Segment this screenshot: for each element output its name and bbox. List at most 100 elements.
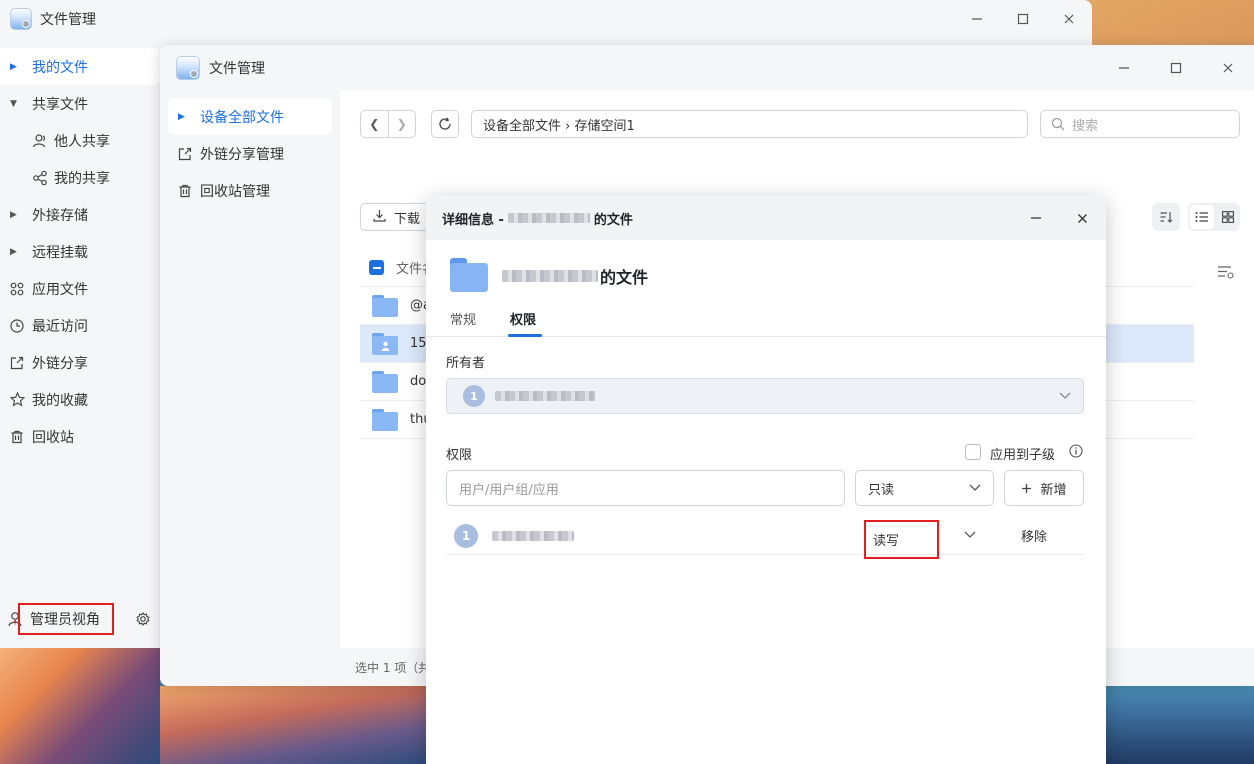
details-dialog: 详细信息 - 的文件 的文件 常规 权限 所有者 1 权限 应用到子级 用户/用… bbox=[426, 196, 1106, 764]
select-all-checkbox[interactable] bbox=[369, 260, 384, 275]
sidebar-item-label: 共享文件 bbox=[32, 96, 88, 113]
entry-permission-value: 读写 bbox=[873, 534, 900, 549]
sidebar-item-shared-by-others[interactable]: 他人共享 bbox=[0, 122, 160, 159]
people-icon bbox=[32, 133, 54, 149]
share-icon bbox=[32, 170, 54, 186]
input-placeholder: 用户/用户组/应用 bbox=[459, 482, 559, 498]
maximize-icon bbox=[1017, 13, 1029, 25]
external-share-icon bbox=[178, 147, 200, 161]
grid-view-button[interactable] bbox=[1216, 203, 1240, 231]
download-label: 下载 bbox=[394, 211, 421, 227]
sidebar-item-label: 回收站管理 bbox=[200, 183, 270, 200]
dialog-folder-name: 的文件 bbox=[502, 264, 648, 288]
sidebar-item-label: 我的收藏 bbox=[32, 392, 88, 409]
external-share-icon bbox=[10, 356, 32, 370]
minimize-icon bbox=[972, 18, 982, 20]
minimize-button[interactable] bbox=[954, 0, 1000, 38]
sidebar-item-all-device-files[interactable]: ▶ 设备全部文件 bbox=[168, 98, 332, 135]
sidebar-item-label: 外接存储 bbox=[32, 207, 88, 224]
sidebar-item-app-files[interactable]: 应用文件 bbox=[0, 270, 160, 307]
sidebar-item-link-share-management[interactable]: 外链分享管理 bbox=[168, 135, 332, 172]
sidebar-item-link-share[interactable]: 外链分享 bbox=[0, 344, 160, 381]
sidebar-item-label: 他人共享 bbox=[54, 133, 110, 150]
sidebar-item-recent[interactable]: 最近访问 bbox=[0, 307, 160, 344]
dialog-minimize-button[interactable] bbox=[1016, 196, 1056, 240]
owner-avatar-badge: 1 bbox=[463, 385, 485, 407]
sidebar-item-remote-mount[interactable]: ▶ 远程挂载 bbox=[0, 233, 160, 270]
list-view-button[interactable] bbox=[1190, 205, 1214, 229]
wallpaper-strip-mid bbox=[160, 686, 426, 764]
add-label: 新增 bbox=[1040, 482, 1067, 498]
sidebar-item-label: 最近访问 bbox=[32, 318, 88, 335]
download-icon bbox=[373, 209, 386, 226]
tab-general[interactable]: 常规 bbox=[450, 309, 476, 328]
main-sidebar: ▶ 设备全部文件 外链分享管理 回收站管理 bbox=[168, 98, 332, 209]
minimize-button[interactable] bbox=[1098, 45, 1150, 91]
chevron-down-icon[interactable] bbox=[964, 527, 976, 543]
sidebar-item-favorites[interactable]: 我的收藏 bbox=[0, 381, 160, 418]
maximize-button[interactable] bbox=[1150, 45, 1202, 91]
column-settings-button[interactable] bbox=[1217, 265, 1235, 283]
add-button[interactable]: 新增 bbox=[1004, 470, 1084, 506]
sidebar-item-my-shares[interactable]: 我的共享 bbox=[0, 159, 160, 196]
history-nav: ❮ ❯ bbox=[360, 110, 416, 138]
close-icon bbox=[1064, 14, 1074, 24]
sidebar-item-label: 我的共享 bbox=[54, 170, 110, 187]
sidebar-item-shared-files[interactable]: ▼ 共享文件 bbox=[0, 85, 160, 122]
caret-down-icon: ▼ bbox=[10, 98, 17, 109]
maximize-button[interactable] bbox=[1000, 0, 1046, 38]
info-icon[interactable] bbox=[1069, 444, 1083, 462]
main-window-title: 文件管理 bbox=[209, 61, 265, 77]
permission-select[interactable]: 只读 bbox=[855, 470, 994, 506]
chevron-down-icon bbox=[1059, 379, 1071, 413]
folder-name-suffix: 的文件 bbox=[600, 268, 649, 287]
sidebar-item-recycle-bin[interactable]: 回收站 bbox=[0, 418, 160, 455]
apply-to-children-checkbox[interactable] bbox=[965, 444, 981, 460]
sidebar-item-recycle-management[interactable]: 回收站管理 bbox=[168, 172, 332, 209]
close-button[interactable] bbox=[1202, 45, 1254, 91]
minimize-icon bbox=[1119, 67, 1129, 69]
sidebar-item-my-files[interactable]: ▶ 我的文件 bbox=[0, 48, 160, 85]
search-input[interactable]: 搜索 bbox=[1040, 110, 1240, 138]
tab-permissions[interactable]: 权限 bbox=[510, 309, 536, 328]
sidebar-footer: 管理员视角 bbox=[0, 600, 160, 638]
back-sidebar: ▶ 我的文件 ▼ 共享文件 他人共享 我的共享 ▶ 外接存储 ▶ 远程挂载 应用… bbox=[0, 48, 160, 455]
wallpaper-strip-right bbox=[1106, 686, 1254, 764]
entry-permission-select[interactable]: 读写 bbox=[864, 520, 939, 559]
caret-right-icon: ▶ bbox=[10, 246, 17, 257]
file-manager-app-icon bbox=[10, 8, 32, 30]
dialog-title-prefix: 详细信息 - bbox=[442, 212, 504, 228]
shared-folder-icon bbox=[372, 332, 398, 355]
search-icon bbox=[1051, 117, 1065, 131]
close-button[interactable] bbox=[1046, 0, 1092, 38]
remove-entry-button[interactable]: 移除 bbox=[1021, 526, 1047, 545]
forward-button[interactable]: ❯ bbox=[387, 111, 416, 137]
maximize-icon bbox=[1170, 62, 1182, 74]
folder-icon bbox=[372, 294, 398, 317]
entry-avatar-badge: 1 bbox=[454, 524, 478, 548]
back-window-titlebar[interactable]: 文件管理 bbox=[0, 0, 1092, 38]
sort-button[interactable] bbox=[1152, 203, 1180, 231]
download-button[interactable]: 下载 bbox=[360, 203, 436, 231]
sidebar-item-label: 应用文件 bbox=[32, 281, 88, 298]
permissions-label: 权限 bbox=[446, 448, 473, 463]
breadcrumb-path[interactable]: 设备全部文件 › 存储空间1 bbox=[471, 110, 1028, 138]
back-button[interactable]: ❮ bbox=[361, 111, 388, 137]
dialog-titlebar[interactable]: 详细信息 - 的文件 bbox=[426, 196, 1106, 240]
main-window-titlebar[interactable]: 文件管理 bbox=[160, 45, 1254, 91]
admin-view-button[interactable]: 管理员视角 bbox=[18, 603, 114, 635]
dialog-close-button[interactable] bbox=[1062, 196, 1102, 240]
trash-icon bbox=[10, 430, 32, 444]
sidebar-item-label: 远程挂载 bbox=[32, 244, 88, 261]
list-view-icon bbox=[1195, 212, 1208, 222]
sidebar-item-label: 我的文件 bbox=[32, 59, 88, 76]
user-group-app-input[interactable]: 用户/用户组/应用 bbox=[446, 470, 845, 506]
search-placeholder: 搜索 bbox=[1072, 118, 1099, 134]
permission-select-value: 只读 bbox=[868, 482, 895, 498]
settings-gear-icon[interactable] bbox=[136, 612, 150, 626]
sidebar-item-external-storage[interactable]: ▶ 外接存储 bbox=[0, 196, 160, 233]
permission-entry-row: 1 bbox=[446, 518, 1084, 555]
refresh-button[interactable] bbox=[431, 110, 459, 138]
folder-icon bbox=[372, 370, 398, 393]
owner-select[interactable]: 1 bbox=[446, 378, 1084, 414]
